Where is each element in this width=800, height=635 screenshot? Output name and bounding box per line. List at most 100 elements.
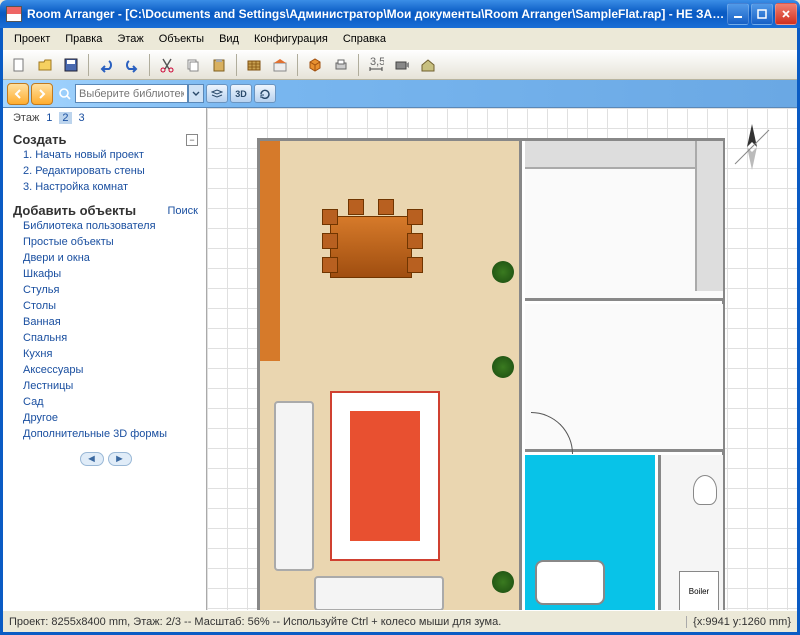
view-3d-button[interactable]: 3D bbox=[230, 84, 252, 103]
nav-forward-button[interactable] bbox=[31, 83, 53, 105]
view-layers-button[interactable] bbox=[206, 84, 228, 103]
menu-help[interactable]: Справка bbox=[336, 31, 393, 47]
library-bar: 3D bbox=[3, 80, 797, 108]
plant[interactable] bbox=[492, 261, 514, 283]
sidebar-scroll-right[interactable]: ► bbox=[108, 452, 132, 466]
design-canvas[interactable]: Boiler bbox=[207, 108, 797, 610]
maximize-button[interactable] bbox=[751, 3, 773, 25]
chair[interactable] bbox=[407, 209, 423, 225]
chair[interactable] bbox=[322, 233, 338, 249]
window-title: Room Arranger - [C:\Documents and Settin… bbox=[27, 7, 727, 21]
library-search bbox=[55, 84, 204, 104]
section-add-title: Добавить объекты bbox=[13, 203, 136, 218]
menu-floor[interactable]: Этаж bbox=[110, 31, 150, 47]
view-refresh-button[interactable] bbox=[254, 84, 276, 103]
home-button[interactable] bbox=[416, 53, 440, 77]
cat-kitchen[interactable]: Кухня bbox=[13, 346, 198, 362]
cat-bathroom[interactable]: Ванная bbox=[13, 314, 198, 330]
cat-accessories[interactable]: Аксессуары bbox=[13, 362, 198, 378]
dining-table[interactable] bbox=[330, 216, 412, 278]
boiler[interactable]: Boiler bbox=[679, 571, 719, 610]
library-dropdown-button[interactable] bbox=[188, 84, 204, 103]
menu-view[interactable]: Вид bbox=[212, 31, 246, 47]
chair[interactable] bbox=[322, 257, 338, 273]
floor-label: Этаж bbox=[13, 112, 39, 124]
svg-text:3,5m: 3,5m bbox=[370, 57, 384, 68]
section-create-title: Создать bbox=[13, 132, 66, 147]
utility-room[interactable]: Boiler bbox=[658, 455, 723, 610]
copy-button[interactable] bbox=[181, 53, 205, 77]
chair[interactable] bbox=[322, 209, 338, 225]
redo-button[interactable] bbox=[120, 53, 144, 77]
new-button[interactable] bbox=[7, 53, 31, 77]
chair[interactable] bbox=[348, 199, 364, 215]
menu-project[interactable]: Проект bbox=[7, 31, 57, 47]
status-coords: {x:9941 y:1260 mm} bbox=[686, 616, 791, 628]
status-bar: Проект: 8255x8400 mm, Этаж: 2/3 -- Масшт… bbox=[3, 610, 797, 632]
kitchen[interactable] bbox=[525, 141, 723, 301]
cat-tables[interactable]: Столы bbox=[13, 298, 198, 314]
cat-other[interactable]: Другое bbox=[13, 410, 198, 426]
camera-button[interactable] bbox=[390, 53, 414, 77]
sidebar-scroll-left[interactable]: ◄ bbox=[80, 452, 104, 466]
measure-button[interactable]: 3,5m bbox=[364, 53, 388, 77]
cat-garden[interactable]: Сад bbox=[13, 394, 198, 410]
minimize-button[interactable] bbox=[727, 3, 749, 25]
walls-button[interactable] bbox=[242, 53, 266, 77]
box3d-button[interactable] bbox=[303, 53, 327, 77]
save-button[interactable] bbox=[59, 53, 83, 77]
floor-1[interactable]: 1 bbox=[43, 112, 55, 124]
cat-stairs[interactable]: Лестницы bbox=[13, 378, 198, 394]
wall-counter[interactable] bbox=[260, 141, 280, 361]
create-room-settings[interactable]: 3. Настройка комнат bbox=[13, 179, 198, 195]
chair[interactable] bbox=[407, 257, 423, 273]
cat-user-library[interactable]: Библиотека пользователя bbox=[13, 218, 198, 234]
print-button[interactable] bbox=[329, 53, 353, 77]
add-search-link[interactable]: Поиск bbox=[168, 205, 198, 217]
bathtub[interactable] bbox=[535, 560, 605, 605]
bathroom[interactable] bbox=[525, 455, 655, 610]
cat-wardrobes[interactable]: Шкафы bbox=[13, 266, 198, 282]
floor-plan[interactable]: Boiler bbox=[257, 138, 725, 610]
close-button[interactable] bbox=[775, 3, 797, 25]
cut-button[interactable] bbox=[155, 53, 179, 77]
rug[interactable] bbox=[330, 391, 440, 561]
stair-hall[interactable] bbox=[525, 304, 723, 452]
nav-back-button[interactable] bbox=[7, 83, 29, 105]
chair[interactable] bbox=[407, 233, 423, 249]
chair[interactable] bbox=[378, 199, 394, 215]
floor-selector: Этаж 1 2 3 bbox=[13, 112, 198, 124]
title-bar: Room Arranger - [C:\Documents and Settin… bbox=[0, 0, 800, 28]
cat-bedroom[interactable]: Спальня bbox=[13, 330, 198, 346]
sidebar: Этаж 1 2 3 Создать − 1. Начать новый про… bbox=[3, 108, 207, 610]
plant[interactable] bbox=[492, 571, 514, 593]
kitchen-counter-side[interactable] bbox=[695, 141, 723, 291]
cat-3d-shapes[interactable]: Дополнительные 3D формы bbox=[13, 426, 198, 442]
create-new-project[interactable]: 1. Начать новый проект bbox=[13, 147, 198, 163]
menu-edit[interactable]: Правка bbox=[58, 31, 109, 47]
rooms-button[interactable] bbox=[268, 53, 292, 77]
section-create-collapse[interactable]: − bbox=[186, 134, 198, 146]
menu-objects[interactable]: Объекты bbox=[152, 31, 211, 47]
floor-2[interactable]: 2 bbox=[59, 112, 71, 124]
toilet[interactable] bbox=[693, 475, 717, 505]
create-edit-walls[interactable]: 2. Редактировать стены bbox=[13, 163, 198, 179]
living-room[interactable] bbox=[260, 141, 522, 610]
sofa[interactable] bbox=[274, 401, 314, 571]
cat-simple[interactable]: Простые объекты bbox=[13, 234, 198, 250]
search-icon bbox=[55, 84, 75, 104]
floor-3[interactable]: 3 bbox=[76, 112, 88, 124]
undo-button[interactable] bbox=[94, 53, 118, 77]
toolbar: 3,5m bbox=[3, 50, 797, 80]
kitchen-counter[interactable] bbox=[525, 141, 715, 169]
plant[interactable] bbox=[492, 356, 514, 378]
door-arc[interactable] bbox=[531, 412, 573, 454]
cat-chairs[interactable]: Стулья bbox=[13, 282, 198, 298]
paste-button[interactable] bbox=[207, 53, 231, 77]
sidebar-scroll-controls: ◄ ► bbox=[13, 452, 198, 466]
open-button[interactable] bbox=[33, 53, 57, 77]
library-search-input[interactable] bbox=[75, 84, 188, 103]
cat-doors-windows[interactable]: Двери и окна bbox=[13, 250, 198, 266]
menu-config[interactable]: Конфигурация bbox=[247, 31, 335, 47]
sofa-2[interactable] bbox=[314, 576, 444, 610]
